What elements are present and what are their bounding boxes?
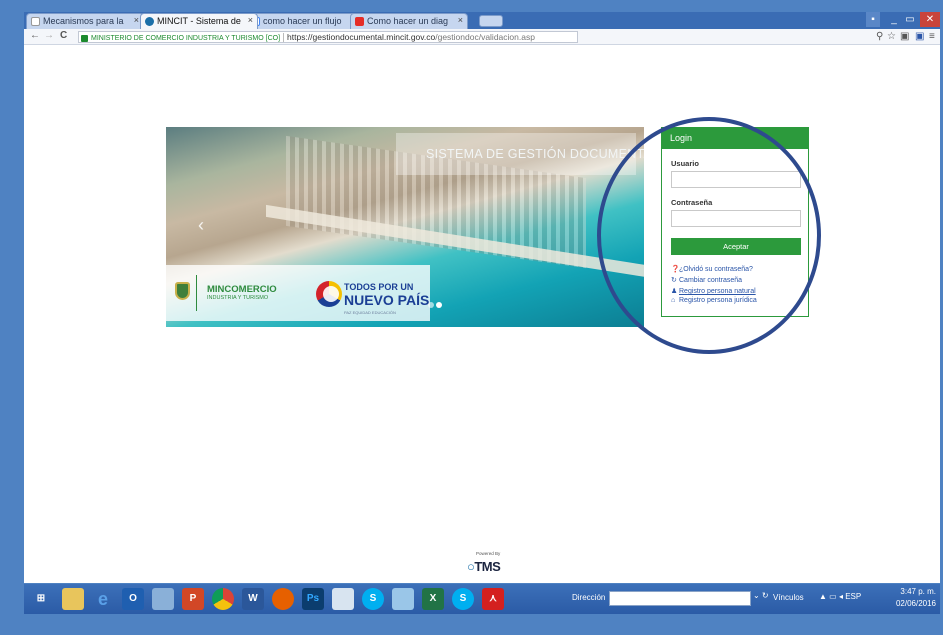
url-host: https://gestiondocumental.mincit.gov.co xyxy=(287,32,436,42)
windows-taskbar: ⊞ e O P W Ps S X S ⋏ Dirección ⌄ ↻ Víncu… xyxy=(24,584,940,614)
nuevo-pais-flag-icon xyxy=(316,281,342,307)
mincit-icon xyxy=(145,17,154,26)
chrome-icon[interactable] xyxy=(212,588,234,610)
menu-icon[interactable]: ≡ xyxy=(929,31,935,42)
brand-name: MINCOMERCIO xyxy=(207,284,277,295)
document-icon xyxy=(31,17,40,26)
tab-flujo[interactable]: como hacer un flujo × xyxy=(246,13,364,29)
logo-panel: MINCOMERCIO INDUSTRIA Y TURISMO TODOS PO… xyxy=(166,265,430,321)
logo-divider xyxy=(196,275,197,311)
youtube-icon xyxy=(355,17,364,26)
system-tray: ▲ ▭ ◂ ESP xyxy=(819,592,861,601)
tab-mecanismos[interactable]: Mecanismos para la × xyxy=(26,13,144,29)
address-bar[interactable]: MINISTERIO DE COMERCIO INDUSTRIA Y TURIS… xyxy=(78,31,578,43)
tab-mincit[interactable]: MINCIT - Sistema de × xyxy=(140,13,258,29)
address-dropdown-icon[interactable]: ⌄ ↻ xyxy=(753,591,769,600)
carousel-prev-icon[interactable]: ‹ xyxy=(198,215,204,236)
minimize-icon[interactable]: _ xyxy=(886,12,902,27)
taskbar-address-label: Dirección xyxy=(572,593,606,602)
ssl-label: MINISTERIO DE COMERCIO INDUSTRIA Y TURIS… xyxy=(91,35,281,42)
taskbar-address-input[interactable] xyxy=(609,591,751,606)
url-text: https://gestiondocumental.mincit.gov.co/… xyxy=(284,32,535,42)
tms-logo: ○TMS xyxy=(467,559,501,574)
taskbar-links-label[interactable]: Vínculos xyxy=(773,593,804,602)
tms-logo-text: TMS xyxy=(474,559,501,574)
colombia-shield-icon xyxy=(175,282,190,300)
reload-icon[interactable]: C xyxy=(60,30,67,41)
tab-label: Mecanismos para la xyxy=(43,16,124,26)
network-icon[interactable]: ▭ xyxy=(829,592,837,601)
file-explorer-icon[interactable] xyxy=(62,588,84,610)
powered-by-label: Powered By xyxy=(476,551,501,556)
extension-icon[interactable]: ▣ xyxy=(900,31,909,42)
tray-expand-icon[interactable]: ▲ xyxy=(819,592,827,601)
carousel-dot[interactable] xyxy=(436,302,442,308)
excel-icon[interactable]: X xyxy=(422,588,444,610)
slogan-line3: PAZ EQUIDAD EDUCACIÓN xyxy=(344,310,396,315)
tab-label: Como hacer un diag xyxy=(367,16,449,26)
tab-label: como hacer un flujo xyxy=(263,16,342,26)
volume-icon[interactable]: ◂ xyxy=(839,592,843,601)
photoshop-icon[interactable]: Ps xyxy=(302,588,324,610)
notepad-icon[interactable] xyxy=(332,588,354,610)
lock-icon xyxy=(81,35,88,42)
skype-icon[interactable]: S xyxy=(362,588,384,610)
clock-date[interactable]: 02/06/2016 xyxy=(892,599,936,608)
firefox-icon[interactable] xyxy=(272,588,294,610)
carousel-dot[interactable] xyxy=(428,302,434,308)
word-icon[interactable]: W xyxy=(242,588,264,610)
pen-tool-icon[interactable] xyxy=(392,588,414,610)
key-icon[interactable]: ⚲ xyxy=(876,31,883,42)
skype-business-icon[interactable]: S xyxy=(452,588,474,610)
clock-time[interactable]: 3:47 p. m. xyxy=(900,587,936,596)
brand-subtitle: INDUSTRIA Y TURISMO xyxy=(207,295,269,301)
maximize-icon[interactable]: ▭ xyxy=(902,12,918,27)
browser-toolbar: ← → C MINISTERIO DE COMERCIO INDUSTRIA Y… xyxy=(24,29,940,45)
ssl-badge[interactable]: MINISTERIO DE COMERCIO INDUSTRIA Y TURIS… xyxy=(79,33,285,42)
internet-explorer-icon[interactable]: e xyxy=(92,588,114,610)
browser-tab-strip: Mecanismos para la × MINCIT - Sistema de… xyxy=(24,12,940,29)
url-path: /gestiondoc/validacion.asp xyxy=(435,32,535,42)
snipping-tool-icon[interactable] xyxy=(152,588,174,610)
bookmark-star-icon[interactable]: ☆ xyxy=(887,31,896,42)
forward-icon[interactable]: → xyxy=(44,30,54,41)
back-icon[interactable]: ← xyxy=(30,30,40,41)
slogan-line2: NUEVO PAÍS xyxy=(344,292,430,308)
outlook-icon[interactable]: O xyxy=(122,588,144,610)
close-icon[interactable]: × xyxy=(458,15,463,25)
banner-title: SISTEMA DE GESTIÓN DOCUMENTAL xyxy=(426,147,644,161)
close-icon[interactable]: × xyxy=(248,15,253,25)
slogan-line1: TODOS POR UN xyxy=(344,282,414,292)
tab-diagrama[interactable]: Como hacer un diag × xyxy=(350,13,468,29)
window-close-icon[interactable]: ✕ xyxy=(920,12,940,27)
carousel-dots xyxy=(428,295,444,313)
pdf-extension-icon[interactable]: ▣ xyxy=(915,31,924,42)
acrobat-icon[interactable]: ⋏ xyxy=(482,588,504,610)
user-icon[interactable]: ▪ xyxy=(866,12,880,27)
language-indicator[interactable]: ESP xyxy=(845,592,861,601)
banner-carousel: SISTEMA DE GESTIÓN DOCUMENTAL ‹ MINCOMER… xyxy=(166,127,644,327)
web-page: SISTEMA DE GESTIÓN DOCUMENTAL ‹ MINCOMER… xyxy=(24,45,940,583)
annotation-circle xyxy=(597,117,821,354)
tab-label: MINCIT - Sistema de xyxy=(157,16,241,26)
powerpoint-icon[interactable]: P xyxy=(182,588,204,610)
close-icon[interactable]: × xyxy=(134,15,139,25)
windows-start-icon[interactable]: ⊞ xyxy=(30,588,52,610)
new-tab-button[interactable] xyxy=(479,15,503,27)
